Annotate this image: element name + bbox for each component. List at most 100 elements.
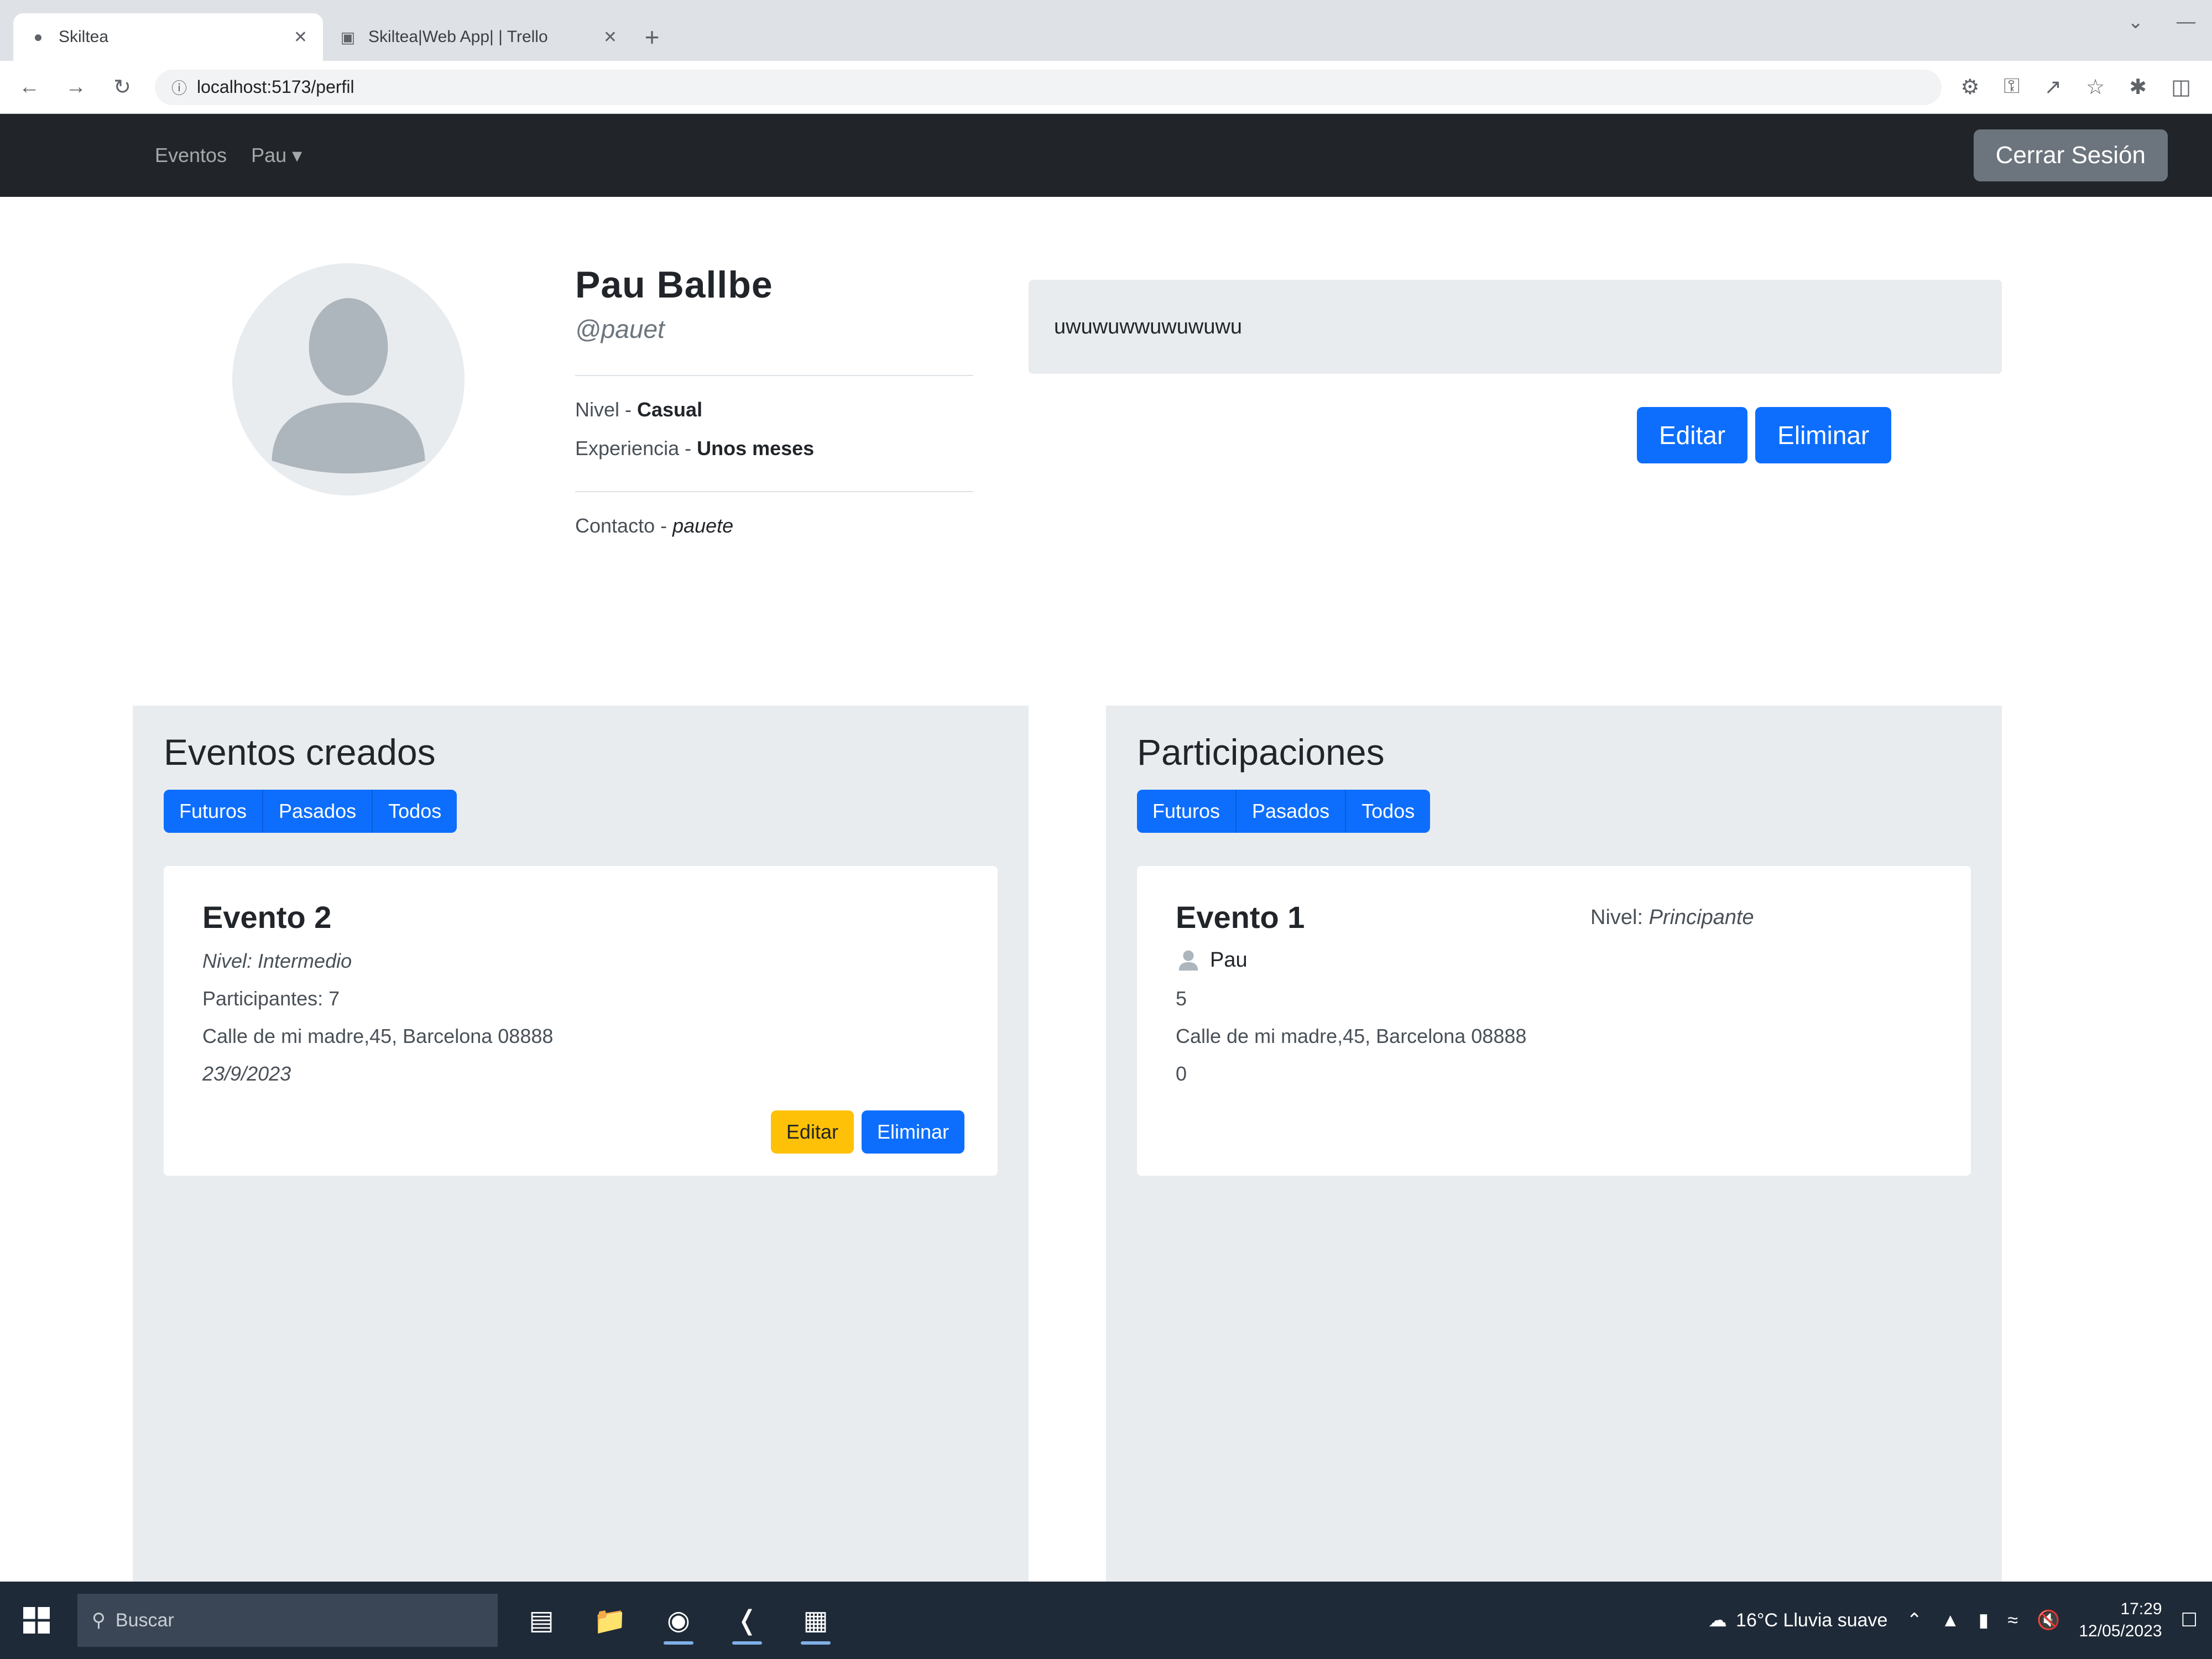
- windows-taskbar: ⚲ Buscar ▤ 📁 ◉ ❬ ▦ ☁ 16°C Lluvia suave ⌃…: [0, 1582, 2212, 1659]
- nav-link-eventos[interactable]: Eventos: [155, 144, 227, 167]
- filter-todos-button[interactable]: Todos: [372, 790, 457, 833]
- info-icon[interactable]: ⓘ: [171, 76, 187, 98]
- created-events-panel: Eventos creados Futuros Pasados Todos Ev…: [133, 706, 1029, 1582]
- participant-name: Pau: [1210, 948, 1248, 972]
- site-permissions-icon[interactable]: ⚙: [1960, 75, 1979, 100]
- weather-text: 16°C Lluvia suave: [1736, 1609, 1888, 1631]
- task-view-icon[interactable]: ▤: [517, 1594, 566, 1647]
- vscode-icon[interactable]: ❬: [722, 1594, 772, 1647]
- profile-level: Nivel - Casual: [575, 398, 973, 421]
- event-count: 5: [1176, 987, 1187, 1010]
- url-text: localhost:5173/perfil: [197, 77, 354, 97]
- windows-start-button[interactable]: [14, 1598, 59, 1642]
- delete-event-button[interactable]: Eliminar: [861, 1110, 964, 1154]
- reload-icon[interactable]: ↻: [108, 75, 136, 100]
- browser-tab-trello[interactable]: ▣ Skiltea|Web App| | Trello ✕: [323, 13, 633, 61]
- app-icon[interactable]: ▦: [791, 1594, 841, 1647]
- logout-button[interactable]: Cerrar Sesión: [1973, 129, 2168, 181]
- search-icon: ⚲: [92, 1610, 106, 1631]
- app-navbar: Eventos Pau Cerrar Sesión: [0, 114, 2212, 197]
- filter-pasados-button[interactable]: Pasados: [1235, 790, 1345, 833]
- filter-futuros-button[interactable]: Futuros: [164, 790, 263, 833]
- taskbar-search[interactable]: ⚲ Buscar: [77, 1594, 498, 1647]
- event-actions: Editar Eliminar: [770, 1110, 964, 1154]
- battery-icon[interactable]: ▮: [1979, 1609, 1989, 1631]
- profile-info: Pau Ballbe @pauet Nivel - Casual Experie…: [575, 263, 973, 553]
- nav-dropdown-user[interactable]: Pau: [251, 144, 302, 167]
- side-panel-icon[interactable]: ◫: [2171, 75, 2191, 100]
- event-name: Evento 2: [202, 900, 332, 935]
- profile-experience: Experiencia - Unos meses: [575, 437, 973, 460]
- participations-panel: Participaciones Futuros Pasados Todos Ev…: [1106, 706, 2002, 1582]
- chevron-down-icon[interactable]: ⌄: [2128, 11, 2144, 33]
- key-icon[interactable]: ⚿: [2004, 75, 2020, 100]
- user-silhouette-icon: [232, 263, 465, 495]
- forward-icon[interactable]: →: [62, 75, 90, 99]
- browser-tab-strip: ● Skiltea ✕ ▣ Skiltea|Web App| | Trello …: [0, 0, 2212, 61]
- clock-time: 17:29: [2120, 1600, 2162, 1618]
- person-icon: [1178, 950, 1198, 971]
- profile-contact: Contacto - pauete: [575, 514, 973, 538]
- event-name: Evento 1: [1176, 900, 1305, 935]
- wifi-icon[interactable]: ≈: [2007, 1610, 2018, 1631]
- event-date: 23/9/2023: [202, 1062, 291, 1085]
- system-tray: ☁ 16°C Lluvia suave ⌃ ▲ ▮ ≈ 🔇 17:29 12/0…: [1708, 1598, 2198, 1642]
- contact-label: Contacto -: [575, 514, 673, 537]
- experience-value: Unos meses: [697, 437, 815, 460]
- star-icon[interactable]: ☆: [2086, 75, 2105, 100]
- edit-event-button[interactable]: Editar: [770, 1110, 854, 1154]
- level-value: Casual: [637, 398, 703, 421]
- profile-name: Pau Ballbe: [575, 264, 773, 306]
- weather-widget[interactable]: ☁ 16°C Lluvia suave: [1708, 1609, 1887, 1631]
- share-icon[interactable]: ↗: [2044, 75, 2062, 100]
- new-tab-button[interactable]: +: [633, 13, 671, 61]
- filter-pasados-button[interactable]: Pasados: [262, 790, 372, 833]
- level-label: Nivel -: [575, 398, 638, 421]
- event-card[interactable]: Evento 1 Nivel: Principante Pau 5 Calle …: [1137, 866, 1971, 1176]
- event-card[interactable]: Evento 2 Nivel: Intermedio Participantes…: [164, 866, 998, 1176]
- filter-futuros-button[interactable]: Futuros: [1137, 790, 1236, 833]
- taskbar-search-placeholder: Buscar: [115, 1609, 174, 1631]
- minimize-icon[interactable]: —: [2177, 11, 2195, 33]
- profile-actions: Editar Eliminar: [1637, 407, 1892, 463]
- back-icon[interactable]: ←: [15, 75, 43, 99]
- delete-profile-button[interactable]: Eliminar: [1755, 407, 1892, 463]
- event-participant: Pau: [1176, 947, 1932, 973]
- event-address: Calle de mi madre,45, Barcelona 08888: [1176, 1025, 1527, 1047]
- chrome-icon[interactable]: ◉: [654, 1594, 703, 1647]
- event-participants: Participantes: 7: [202, 987, 340, 1010]
- created-events-title: Eventos creados: [164, 732, 436, 773]
- file-explorer-icon[interactable]: 📁: [585, 1594, 635, 1647]
- profile-bio: uwuwuwwuwuwuwu: [1029, 280, 2002, 374]
- filter-todos-button[interactable]: Todos: [1345, 790, 1431, 833]
- event-level: Nivel: Intermedio: [202, 950, 352, 972]
- event-address: Calle de mi madre,45, Barcelona 08888: [202, 1025, 554, 1047]
- experience-label: Experiencia -: [575, 437, 697, 460]
- browser-tab-skiltea[interactable]: ● Skiltea ✕: [13, 13, 323, 61]
- trello-icon: ▣: [340, 28, 356, 46]
- browser-toolbar: ← → ↻ ⓘ localhost:5173/perfil ⚙ ⚿ ↗ ☆ ✱ …: [0, 61, 2212, 114]
- edit-profile-button[interactable]: Editar: [1637, 407, 1748, 463]
- event-level: Nivel: Principante: [1590, 906, 1754, 929]
- chevron-up-icon[interactable]: ⌃: [1906, 1609, 1922, 1631]
- clock-date: 12/05/2023: [2079, 1622, 2162, 1640]
- bio-text: uwuwuwwuwuwuwu: [1054, 315, 1243, 338]
- network-icon[interactable]: ▲: [1941, 1610, 1960, 1631]
- divider: [575, 491, 973, 492]
- browser-toolbar-icons: ⚙ ⚿ ↗ ☆ ✱ ◫: [1960, 75, 2197, 100]
- extensions-icon[interactable]: ✱: [2129, 75, 2147, 100]
- close-tab-icon[interactable]: ✕: [603, 28, 617, 47]
- created-events-filter: Futuros Pasados Todos: [164, 790, 457, 833]
- profile-page: Pau Ballbe @pauet Nivel - Casual Experie…: [0, 197, 2212, 1582]
- divider: [575, 375, 973, 376]
- profile-username: @pauet: [575, 315, 665, 343]
- close-tab-icon[interactable]: ✕: [294, 28, 307, 47]
- app-nav-links: Eventos Pau: [44, 144, 302, 167]
- address-bar[interactable]: ⓘ localhost:5173/perfil: [155, 69, 1942, 105]
- participations-title: Participaciones: [1137, 732, 1385, 773]
- event-extra: 0: [1176, 1062, 1187, 1085]
- notifications-icon[interactable]: ☐: [2181, 1609, 2198, 1631]
- volume-muted-icon[interactable]: 🔇: [2037, 1609, 2060, 1631]
- taskbar-clock[interactable]: 17:29 12/05/2023: [2079, 1598, 2162, 1642]
- globe-icon: ●: [33, 28, 43, 45]
